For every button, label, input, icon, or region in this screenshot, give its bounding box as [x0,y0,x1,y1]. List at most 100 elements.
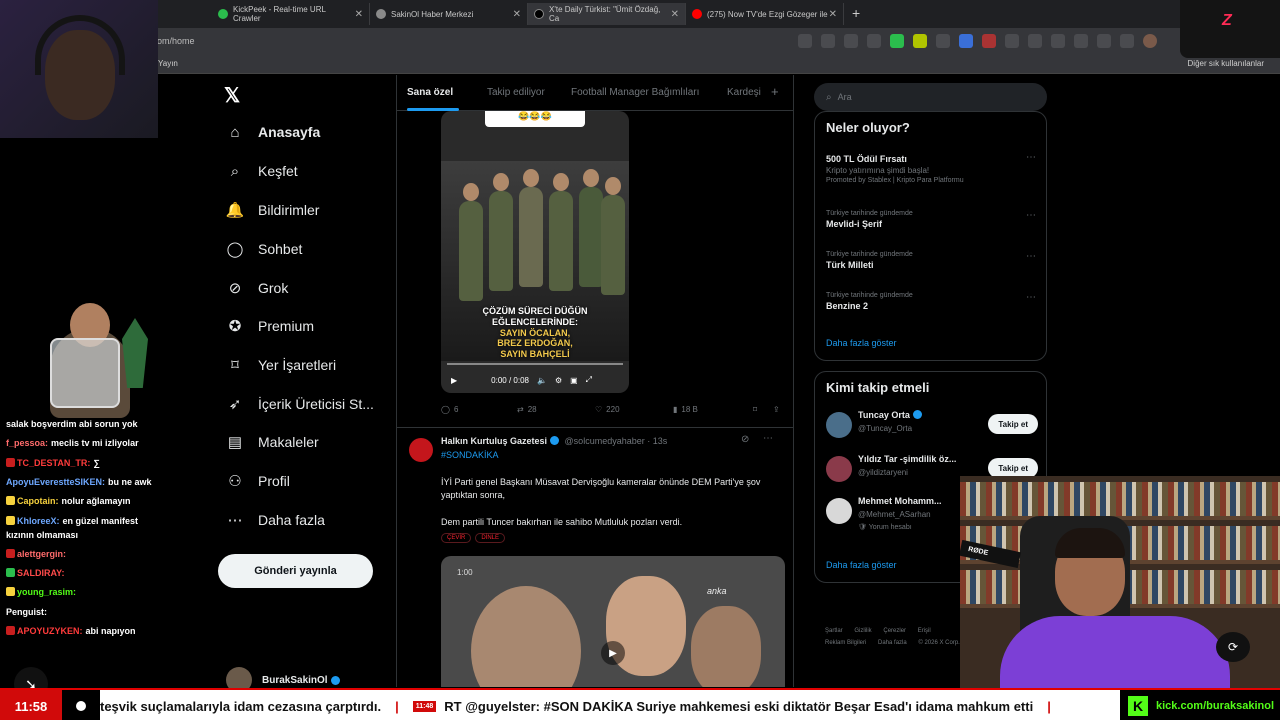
trend-item[interactable]: 500 TL Ödül Fırsatı Kripto yatırımına şi… [826,152,1036,184]
nav-item-premium[interactable]: ✪ Premium [226,317,314,335]
trend-item[interactable]: Türkiye tarihinde gündemde Türk Milleti … [826,251,1036,270]
more-icon[interactable]: ⋯ [1026,251,1036,262]
browser-tab[interactable]: (275) Now TV'de Ezgi Gözeger ile ✕ [686,3,844,25]
extension-icon[interactable] [1051,34,1065,48]
star-icon[interactable] [844,34,858,48]
show-more-link[interactable]: Daha fazla göster [826,560,897,570]
nav-item-grok[interactable]: ⊘ Grok [226,279,289,297]
nav-item-search[interactable]: ⌕ Keşfet [226,162,298,180]
tab-following[interactable]: Takip ediliyor [487,87,545,98]
extension-icon[interactable] [890,34,904,48]
extension-icon[interactable] [1005,34,1019,48]
chat-username[interactable]: alettgergin: [17,549,66,559]
avatar[interactable] [826,412,852,438]
bookmark-other[interactable]: Diğer sık kullanılanlar [1188,59,1264,68]
nav-item-article[interactable]: ▤ Makaleler [226,433,319,451]
footer-link[interactable]: Reklam Bilgileri [825,640,866,646]
listen-button[interactable]: DİNLE [475,533,506,543]
chat-username[interactable]: young_rasim: [17,587,76,597]
footer-link[interactable]: Çerezler [883,628,906,634]
bookmark-yayin[interactable]: Yayın [158,59,178,68]
nav-item-rocket[interactable]: ➶ İçerik Üreticisi St... [226,395,374,413]
chat-username[interactable]: KhloreeX: [17,516,60,526]
chat-username[interactable]: TC_DESTAN_TR: [17,458,90,468]
nav-item-more[interactable]: ⋯ Daha fazla [226,511,325,529]
extension-icon[interactable] [936,34,950,48]
play-icon[interactable]: ▶ [601,641,625,665]
play-icon[interactable]: ▶ [451,376,457,385]
more-icon[interactable]: ⋯ [1026,292,1036,303]
close-icon[interactable]: ✕ [513,9,521,20]
bookmark-button[interactable]: ⌑ [753,405,773,414]
reply-button[interactable]: ◯ 6 [441,405,517,414]
browser-tab-active[interactable]: X'te Daily Türkist: "Ümit Özdağ, Ca ✕ [528,3,686,25]
x-logo-icon[interactable]: 𝕏 [224,83,240,108]
more-icon[interactable]: ⋯ [1026,152,1036,163]
new-tab-icon[interactable]: + [852,5,860,21]
tweet-author-name[interactable]: Halkın Kurtuluş Gazetesi [441,436,547,446]
footer-link[interactable]: Erişil [918,628,931,634]
more-icon[interactable]: ⋯ [763,433,773,444]
chat-username[interactable]: Penguist: [6,607,47,617]
nav-item-chat[interactable]: ◯ Sohbet [226,240,303,258]
close-icon[interactable]: ✕ [355,9,363,20]
avatar[interactable] [826,498,852,524]
extension-icon[interactable] [913,34,927,48]
follow-button[interactable]: Takip et [988,458,1038,478]
tab-for-you[interactable]: Sana özel [407,87,453,98]
translate-button[interactable]: ÇEVİR [441,533,472,543]
nav-item-profile[interactable]: ⚇ Profil [226,472,290,490]
close-icon[interactable]: ✕ [671,9,679,20]
fullscreen-icon[interactable]: ⤢ [586,375,592,385]
video-progress-bar[interactable] [447,363,623,365]
tweet[interactable]: Halkın Kurtuluş Gazetesi @solcumedyahabe… [397,427,793,687]
views-button[interactable]: ▮ 18 B [673,405,753,414]
avatar[interactable] [1143,34,1157,48]
extension-icon[interactable] [1074,34,1088,48]
nav-item-bell[interactable]: 🔔 Bildirimler [226,201,320,219]
close-icon[interactable]: ✕ [829,9,837,20]
avatar[interactable] [409,438,433,462]
trend-item[interactable]: Türkiye tarihinde gündemde Mevlid-i Şeri… [826,210,1036,229]
nav-item-home[interactable]: ⌂ Anasayfa [226,123,320,141]
extension-icon[interactable] [798,34,812,48]
footer-link[interactable]: Gizlilik [854,628,871,634]
post-button[interactable]: Gönderi yayınla [218,554,373,588]
chat-username[interactable]: SALDIRAY: [17,568,65,578]
extension-icon[interactable] [1120,34,1134,48]
volume-icon[interactable]: 🔈 [537,376,547,385]
extension-icon[interactable] [982,34,996,48]
chat-username[interactable]: APOYUZYKEN: [17,626,83,636]
tweet-video[interactable]: 😂😂😂 ÇÖZÜM SÜRECİ DÜĞÜN EĞLENCELERİNDE: S… [441,111,629,393]
retweet-button[interactable]: ⇄ 28 [517,405,595,414]
avatar[interactable] [826,456,852,482]
extension-icon[interactable] [1028,34,1042,48]
extension-icon[interactable] [959,34,973,48]
grok-icon[interactable]: ⊘ [741,434,749,445]
like-button[interactable]: ♡ 220 [595,405,673,414]
trend-item[interactable]: Türkiye tarihinde gündemde Benzine 2 ⋯ [826,292,1036,311]
extension-icon[interactable] [1097,34,1111,48]
refresh-icon[interactable]: ⟳ [1216,632,1250,662]
add-tab-icon[interactable]: + [771,84,779,99]
show-more-link[interactable]: Daha fazla göster [826,338,897,348]
tab-football-manager[interactable]: Football Manager Bağımlıları [571,87,699,98]
hashtag-link[interactable]: #SONDAKİKA [441,450,499,460]
share-button[interactable]: ⇪ [773,405,780,414]
chat-username[interactable]: f_pessoa: [6,438,48,448]
follow-button[interactable]: Takip et [988,414,1038,434]
tab-kardesi[interactable]: Kardeşi [727,87,761,98]
chat-username[interactable]: ApoyuEverestteSIKEN: [6,477,105,487]
tweet-video[interactable]: 1:00 anka ▶ [441,556,785,687]
more-icon[interactable]: ⋯ [1026,210,1036,221]
extension-icon[interactable] [821,34,835,48]
footer-link[interactable]: Şartlar [825,628,843,634]
footer-link[interactable]: Daha fazla [878,640,907,646]
extension-icon[interactable] [867,34,881,48]
search-input[interactable]: ⌕ Ara [814,83,1047,111]
browser-tab[interactable]: KickPeek - Real-time URL Crawler ✕ [212,3,370,25]
url-field[interactable]: .com/home [150,32,790,50]
follow-suggestion[interactable]: Tuncay Orta @Tuncay_Orta Takip et [826,408,1038,444]
browser-tab[interactable]: SakinOl Haber Merkezi ✕ [370,3,528,25]
settings-icon[interactable]: ⚙ [555,376,562,385]
